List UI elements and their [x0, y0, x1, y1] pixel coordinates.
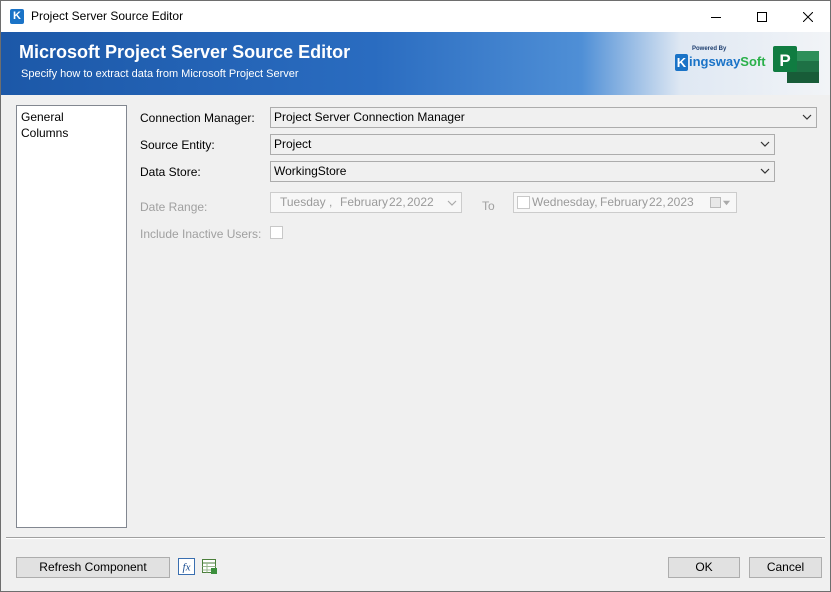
- source-entity-label: Source Entity:: [140, 138, 215, 152]
- chevron-down-icon: [760, 168, 770, 174]
- include-inactive-users-label: Include Inactive Users:: [140, 227, 262, 241]
- from-month: February: [340, 195, 389, 209]
- data-store-value: WorkingStore: [274, 164, 347, 178]
- banner-title: Microsoft Project Server Source Editor: [19, 42, 351, 62]
- header-banner: Microsoft Project Server Source Editor S…: [1, 32, 830, 95]
- chevron-down-icon: [802, 114, 812, 120]
- connection-manager-value: Project Server Connection Manager: [274, 110, 465, 124]
- footer-divider-highlight: [6, 538, 825, 539]
- svg-text:fx: fx: [183, 562, 191, 574]
- kingswaysoft-logo: Powered By K ingswaySoft: [674, 46, 766, 80]
- microsoft-project-icon: P: [773, 46, 819, 83]
- close-icon: [803, 11, 813, 22]
- date-range-from-picker[interactable]: Tuesday , February 22, 2022: [270, 192, 462, 213]
- date-range-to-label: To: [482, 199, 495, 213]
- cancel-button[interactable]: Cancel: [749, 557, 822, 578]
- from-separator: ,: [329, 195, 333, 209]
- navigation-list: General Columns: [16, 105, 127, 528]
- chevron-down-icon: [722, 200, 731, 206]
- from-day: 22,: [389, 195, 406, 209]
- title-bar: K Project Server Source Editor: [1, 1, 830, 32]
- minimize-button[interactable]: [693, 1, 739, 32]
- date-range-to-picker[interactable]: Wednesday, February 22, 2023: [513, 192, 737, 213]
- logo-wordmark: ingswaySoft: [689, 54, 766, 69]
- date-range-label: Date Range:: [140, 200, 208, 214]
- data-store-label: Data Store:: [140, 165, 201, 179]
- nav-item-columns[interactable]: Columns: [21, 126, 68, 140]
- connection-manager-label: Connection Manager:: [140, 111, 255, 125]
- chevron-down-icon: [760, 141, 770, 147]
- kingswaysoft-app-icon: K: [10, 9, 24, 24]
- minimize-icon: [711, 16, 721, 18]
- banner-subtitle: Specify how to extract data from Microso…: [21, 68, 299, 80]
- include-inactive-users-checkbox[interactable]: [270, 226, 283, 239]
- close-button[interactable]: [785, 1, 830, 32]
- to-month: February: [600, 195, 649, 209]
- logo-wordmark-part1: ingsway: [689, 54, 741, 69]
- nav-item-general[interactable]: General: [21, 110, 64, 124]
- table-settings-button[interactable]: [201, 558, 218, 575]
- logo-k-icon: K: [675, 54, 688, 71]
- connection-manager-dropdown[interactable]: Project Server Connection Manager: [270, 107, 817, 128]
- editor-window: K Project Server Source Editor Microsoft…: [0, 0, 831, 592]
- to-year: 2023: [667, 195, 694, 209]
- ok-button[interactable]: OK: [668, 557, 740, 578]
- window-title: Project Server Source Editor: [31, 9, 184, 23]
- from-year: 2022: [407, 195, 434, 209]
- maximize-icon: [757, 11, 767, 22]
- maximize-button[interactable]: [739, 1, 785, 32]
- table-edit-icon: [202, 559, 217, 574]
- data-store-dropdown[interactable]: WorkingStore: [270, 161, 775, 182]
- svg-text:P: P: [779, 51, 790, 70]
- expression-button[interactable]: fx: [178, 558, 195, 575]
- fx-icon: fx: [178, 558, 195, 575]
- calendar-icon: [710, 197, 721, 208]
- refresh-component-button[interactable]: Refresh Component: [16, 557, 170, 578]
- source-entity-dropdown[interactable]: Project: [270, 134, 775, 155]
- to-weekday: Wednesday,: [532, 195, 598, 209]
- logo-wordmark-part2: Soft: [740, 54, 766, 69]
- chevron-down-icon: [447, 200, 457, 206]
- date-range-to-checkbox[interactable]: [517, 196, 530, 209]
- source-entity-value: Project: [274, 137, 312, 151]
- logo-powered-by: Powered By: [692, 46, 727, 52]
- to-day: 22,: [649, 195, 666, 209]
- from-weekday: Tuesday: [280, 195, 326, 209]
